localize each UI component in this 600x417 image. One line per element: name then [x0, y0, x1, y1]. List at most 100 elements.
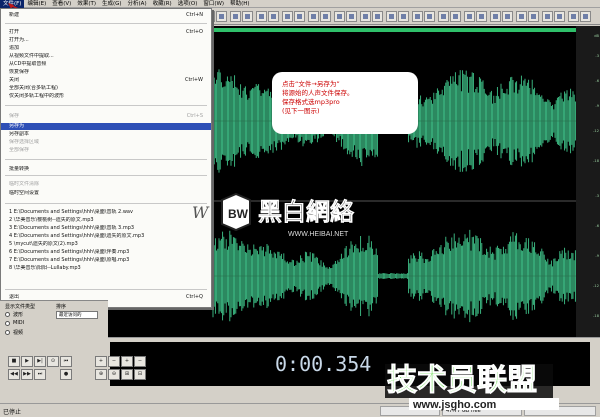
file-menu-item-6[interactable]: 恢复保存 [1, 69, 211, 76]
jsgho-title: 技术员联盟 [387, 363, 537, 398]
transport-button-5[interactable]: ◀◀ [8, 369, 20, 380]
transport-button-4[interactable]: ⏮ [60, 356, 72, 367]
file-menu-item-shortcut: Ctrl+N [186, 12, 203, 18]
file-menu-item-label: 从CD中提取音频 [9, 61, 47, 67]
file-menu-item-3[interactable]: 追加 [1, 45, 211, 52]
menu-separator [5, 289, 207, 290]
file-menu-item-shortcut: Ctrl+O [185, 29, 203, 35]
file-menu-item-16[interactable]: 临时文件清除 [1, 181, 211, 188]
menu-separator [5, 175, 207, 176]
heibai-watermark: W BW 黑白網絡 WWW.HEIBAI.NET [190, 190, 410, 244]
file-menu-item-label: 2 \华美音乐\樱桃树--遗失的原文.mp3 [9, 217, 94, 223]
file-menu-item-11[interactable]: 另存为 [1, 123, 211, 130]
zoom-button-10[interactable]: − [108, 356, 120, 367]
file-menu-item-label: 追加 [9, 45, 20, 51]
radio-wave-label: 波形 [13, 312, 24, 318]
file-menu-item-13[interactable]: 保存选择区域 [1, 139, 211, 146]
file-menu-item-18[interactable]: 1 E:\Documents and Settings\hhh\桌面\音轨 2.… [1, 209, 211, 216]
file-menu-item-15[interactable]: 批量转换 [1, 166, 211, 173]
file-menu-item-label: 8 \华美音乐\阳阳--Lullaby.mp3 [9, 265, 81, 271]
zoom-button-11[interactable]: + [121, 356, 133, 367]
transport-button-2[interactable]: ▶| [34, 356, 46, 367]
jsgho-watermark: 技术员联盟 www.jsgho.com [385, 350, 600, 412]
file-menu-item-2[interactable]: 打开为... [1, 37, 211, 44]
transport-button-0[interactable]: ■ [8, 356, 20, 367]
file-menu-item-label: 7 E:\Documents and Settings\hhh\桌面\原唱.mp… [9, 257, 130, 263]
radio-video-label: 视频 [13, 330, 24, 336]
file-menu-item-23[interactable]: 6 E:\Documents and Settings\hhh\桌面\伴奏.mp… [1, 249, 211, 256]
file-menu-item-8[interactable]: 全部关闭(合多轨工程) [1, 85, 211, 92]
file-menu-item-22[interactable]: 5 \mycut\遗失的原文(2).mp3 [1, 241, 211, 248]
file-menu-item-shortcut: Ctrl+Q [185, 294, 203, 300]
file-menu-item-label: 临时文件清除 [9, 181, 40, 187]
status-text: 已停止 [3, 409, 22, 416]
file-menu-item-label: 1 E:\Documents and Settings\hhh\桌面\音轨 2.… [9, 209, 133, 215]
heibai-title: 黑白網絡 [258, 197, 355, 226]
file-menu-item-9[interactable]: 仅关闭多轨工程中的波形 [1, 93, 211, 100]
transport-button-1[interactable]: ▶ [21, 356, 33, 367]
transport-button-3[interactable]: ⊙ [47, 356, 59, 367]
file-menu-item-20[interactable]: 3 E:\Documents and Settings\hhh\桌面\音轨 3.… [1, 225, 211, 232]
zoom-button-14[interactable]: ⊖ [108, 369, 120, 380]
radio-midi[interactable] [5, 321, 10, 326]
file-menu-item-label: 打开 [9, 29, 20, 35]
bw-logo-text: BW [228, 207, 249, 221]
radio-wave[interactable] [5, 312, 10, 317]
file-menu-item-25[interactable]: 8 \华美音乐\阳阳--Lullaby.mp3 [1, 265, 211, 272]
menu-separator [5, 23, 207, 24]
file-menu-item-label: 保存 [9, 113, 20, 119]
jsgho-url: www.jsgho.com [412, 399, 497, 411]
radio-midi-label: MIDI [13, 320, 25, 326]
heibai-url: WWW.HEIBAI.NET [288, 231, 349, 238]
zoom-button-12[interactable]: − [134, 356, 146, 367]
file-menu-item-10[interactable]: 保存 Ctrl+S [1, 113, 211, 120]
file-menu-item-19[interactable]: 2 \华美音乐\樱桃树--遗失的原文.mp3 [1, 217, 211, 224]
file-menu-item-label: 另存副本 [9, 131, 30, 137]
menu-separator [5, 159, 207, 160]
file-menu-item-24[interactable]: 7 E:\Documents and Settings\hhh\桌面\原唱.mp… [1, 257, 211, 264]
file-menu-item-label: 另存为 [9, 123, 25, 129]
file-menu-item-label: 新建 [9, 12, 20, 18]
file-menu-item-4[interactable]: 从视频文件中提取... [1, 53, 211, 60]
file-menu-item-label: 6 E:\Documents and Settings\hhh\桌面\伴奏.mp… [9, 249, 130, 255]
file-menu-dropdown: 新建 Ctrl+N 打开 Ctrl+O 打开为... 追加从视频文件中提取... 从CD中提… [0, 8, 212, 308]
transport-button-8[interactable]: ● [60, 369, 72, 380]
file-menu-item-label: 仅关闭多轨工程中的波形 [9, 93, 65, 99]
file-menu-item-label: 全部保存 [9, 147, 30, 153]
file-menu-item-label: 3 E:\Documents and Settings\hhh\桌面\音轨 3.… [9, 225, 135, 231]
time-readout: 0:00.354 [275, 352, 372, 376]
file-menu-item-21[interactable]: 4 E:\Documents and Settings\hhh\桌面\遗失的原文… [1, 233, 211, 240]
zoom-button-15[interactable]: ⊞ [121, 369, 133, 380]
zoom-button-16[interactable]: ⊟ [134, 369, 146, 380]
file-menu-item-label: 恢复保存 [9, 69, 30, 75]
file-menu-item-label: 批量转换 [9, 166, 30, 172]
file-menu-item-12[interactable]: 另存副本 [1, 131, 211, 138]
file-menu-item-label: 保存选择区域 [9, 139, 40, 145]
zoom-button-9[interactable]: + [95, 356, 107, 367]
file-menu-item-shortcut: Ctrl+W [184, 77, 203, 83]
transport-button-6[interactable]: ▶▶ [21, 369, 33, 380]
file-menu-item-0[interactable]: 新建 Ctrl+N [1, 12, 211, 19]
file-menu-item-label: 打开为... [9, 37, 29, 43]
radio-video[interactable] [5, 330, 10, 335]
sort-select[interactable]: 最近访问的 [56, 311, 98, 319]
file-menu-item-14[interactable]: 全部保存 [1, 147, 211, 154]
file-menu-item-label: 全部关闭(合多轨工程) [9, 85, 58, 91]
menu-separator [5, 203, 207, 204]
svg-text:W: W [192, 203, 210, 222]
sort-label: 排序 [56, 304, 67, 310]
transport-button-7[interactable]: ⏭ [34, 369, 46, 380]
menu-separator [5, 105, 207, 106]
file-type-label: 显示文件类型 [5, 304, 36, 310]
file-menu-item-label: 从视频文件中提取... [9, 53, 54, 59]
file-menu-item-17[interactable]: 临时空间设置 [1, 190, 211, 197]
zoom-button-13[interactable]: ⊕ [95, 369, 107, 380]
file-menu-item-shortcut: Ctrl+S [186, 113, 203, 119]
file-menu-item-label: 4 E:\Documents and Settings\hhh\桌面\遗失的原文… [9, 233, 145, 239]
file-menu-item-label: 5 \mycut\遗失的原文(2).mp3 [9, 241, 78, 247]
file-menu-item-label: 关闭 [9, 77, 20, 83]
file-menu-item-1[interactable]: 打开 Ctrl+O [1, 29, 211, 36]
file-menu-item-7[interactable]: 关闭 Ctrl+W [1, 77, 211, 84]
file-menu-item-5[interactable]: 从CD中提取音频 [1, 61, 211, 68]
file-menu-item-label: 临时空间设置 [9, 190, 40, 196]
